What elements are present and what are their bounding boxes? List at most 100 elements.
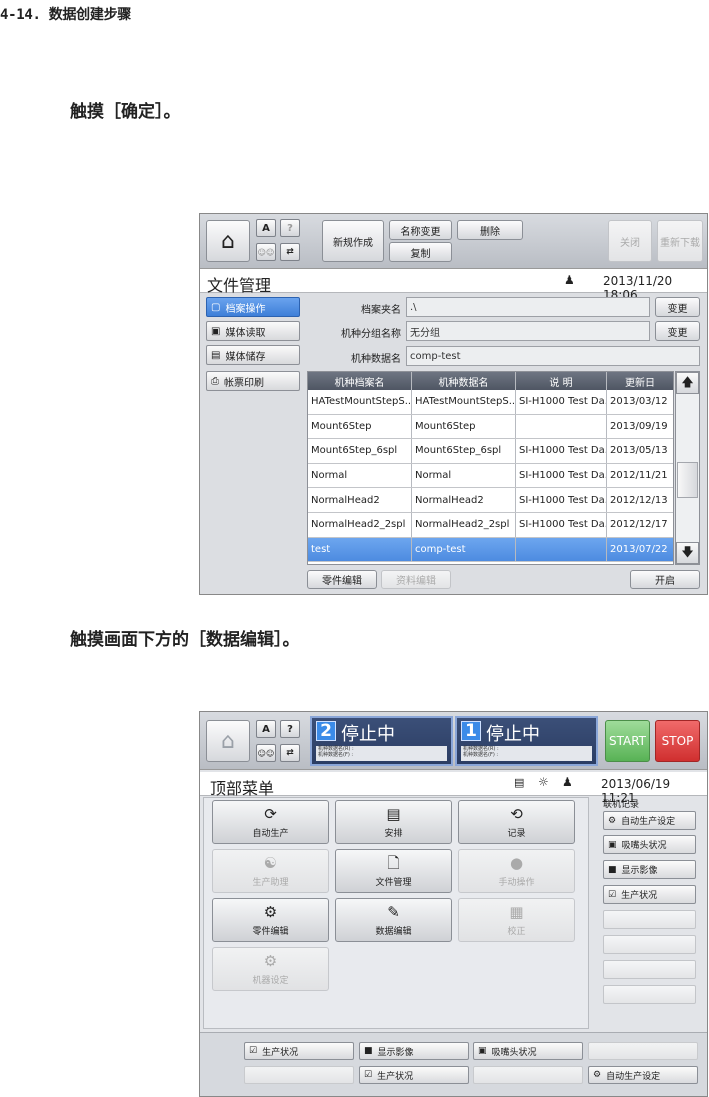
new-create-button[interactable]: 新规作成 <box>322 220 384 262</box>
schedule-button[interactable]: ▤ 安排 <box>335 800 452 844</box>
head-1-info: 机种数据名(R) : 机种数据名(F) : <box>461 746 592 761</box>
home-button[interactable]: ⌂ <box>206 220 250 262</box>
manual-operation-button[interactable]: ● 手动操作 <box>458 849 575 893</box>
delete-button[interactable]: 删除 <box>457 220 523 240</box>
cell-desc <box>516 537 607 562</box>
scroll-down-button[interactable]: 🡇 <box>676 542 699 564</box>
shortcut-auto-production-settings[interactable]: ⚙ 自动生产设定 <box>588 1066 698 1084</box>
calibration-button[interactable]: ▦ 校正 <box>458 898 575 942</box>
folder-field[interactable]: .\ <box>406 297 650 317</box>
button-label: 显示影像 <box>377 1047 414 1058</box>
group-label: 机种分组名称 <box>341 329 401 340</box>
production-status-button[interactable]: ☑ 生产状况 <box>603 885 696 904</box>
cell-desc: SI-H1000 Test Da... <box>516 439 607 463</box>
shortcut-empty[interactable] <box>244 1066 354 1084</box>
production-assist-button[interactable]: ☯ 生产助理 <box>212 849 329 893</box>
home-button[interactable]: ⌂ <box>206 720 250 762</box>
info-line: 机种数据名(F) : <box>463 752 499 758</box>
auto-production-settings-button[interactable]: ⚙ 自动生产设定 <box>603 811 696 830</box>
scroll-thumb[interactable] <box>677 462 698 498</box>
data-name-field[interactable]: comp-test <box>406 346 700 366</box>
user-button[interactable]: ☺☺ <box>256 744 276 762</box>
display-image-button[interactable]: ■ 显示影像 <box>603 860 696 879</box>
button-label: 安排 <box>384 829 403 839</box>
users-icon: ☺☺ <box>257 748 275 758</box>
user-button[interactable]: ☺☺ <box>256 243 276 261</box>
cell-data: NormalHead2_2spl <box>412 512 516 537</box>
col-header-date: 更新日 <box>625 377 655 389</box>
manual-icon: ● <box>509 854 524 872</box>
shortcut-display-image[interactable]: ■ 显示影像 <box>359 1042 469 1060</box>
transfer-button[interactable]: ⇄ <box>280 243 300 261</box>
user-icon: ♟ <box>564 273 575 287</box>
table-row-selected[interactable]: test comp-test 2013/07/22 <box>308 537 673 563</box>
empty-slot-button[interactable] <box>603 960 696 979</box>
auto-production-button[interactable]: ⟳ 自动生产 <box>212 800 329 844</box>
cell-date: 2013/03/12 <box>610 396 668 408</box>
button-label: 显示影像 <box>621 866 658 876</box>
title-bar: 顶部菜单 ▤ ☼ ♟ 2013/06/19 11:21 <box>200 772 707 805</box>
start-button[interactable]: START <box>605 720 650 762</box>
group-change-button[interactable]: 变更 <box>655 321 700 341</box>
machine-settings-button[interactable]: ⚙ 机器设定 <box>212 947 329 991</box>
step-instruction-confirm: 触摸［确定］。 <box>70 102 181 122</box>
table-scrollbar[interactable]: 🡅 🡇 <box>675 371 700 565</box>
close-button[interactable]: 关闭 <box>608 220 652 262</box>
help-button[interactable]: ? <box>280 219 300 237</box>
parts-edit-button[interactable]: ⚙ 零件编辑 <box>212 898 329 942</box>
file-management-button[interactable]: 🗋 文件管理 <box>335 849 452 893</box>
shortcut-empty[interactable] <box>473 1066 583 1084</box>
data-edit-button[interactable]: ✎ 数据编辑 <box>335 898 452 942</box>
empty-slot-button[interactable] <box>603 985 696 1004</box>
group-field[interactable]: 无分组 <box>406 321 650 341</box>
menu-report-print[interactable]: ⎙ 帐票印刷 <box>206 371 300 391</box>
network-icon: ☼ <box>538 775 549 789</box>
cell-file: NormalHead2_2spl <box>308 512 412 537</box>
table-row[interactable]: Normal Normal SI-H1000 Test Da... 2012/1… <box>308 463 673 489</box>
online-log-header: 联机记录 <box>603 800 640 810</box>
transfer-button[interactable]: ⇄ <box>280 744 300 762</box>
folder-change-button[interactable]: 变更 <box>655 297 700 317</box>
admin-button[interactable]: A <box>256 219 276 237</box>
help-icon: ? <box>287 723 293 735</box>
toolbar: ⌂ A ? ☺☺ ⇄ 新规作成 名称变更 删除 复制 关闭 重新下载 <box>200 214 707 269</box>
table-row[interactable]: NormalHead2 NormalHead2 SI-H1000 Test Da… <box>308 488 673 513</box>
empty-slot-button[interactable] <box>603 910 696 929</box>
stop-button[interactable]: STOP <box>655 720 700 762</box>
help-button[interactable]: ? <box>280 720 300 738</box>
table-row[interactable]: Mount6Step Mount6Step 2013/09/19 <box>308 414 673 440</box>
head-2-status: 停止中 <box>341 724 395 745</box>
cell-file: HATestMountStepS... <box>308 390 412 414</box>
resource-edit-button[interactable]: 资料编辑 <box>381 570 451 589</box>
admin-button[interactable]: A <box>256 720 276 738</box>
menu-media-save[interactable]: ▤ 媒体储存 <box>206 345 300 365</box>
button-label: 自动生产设定 <box>621 817 676 827</box>
menu-file-operation[interactable]: ▢ 档案操作 <box>206 297 300 317</box>
button-label: 记录 <box>507 829 526 839</box>
a-icon: A <box>262 723 270 735</box>
step-instruction-data-edit: 触摸画面下方的［数据编辑］。 <box>70 630 300 650</box>
copy-button[interactable]: 复制 <box>389 242 452 262</box>
shortcut-production-status[interactable]: ☑ 生产状况 <box>244 1042 354 1060</box>
shortcut-nozzle-status[interactable]: ▣ 吸嘴头状况 <box>473 1042 583 1060</box>
table-row[interactable]: Mount6Step_6spl Mount6Step_6spl SI-H1000… <box>308 439 673 464</box>
record-button[interactable]: ⟲ 记录 <box>458 800 575 844</box>
open-button[interactable]: 开启 <box>630 570 700 589</box>
shortcut-empty[interactable] <box>588 1042 698 1060</box>
button-label: 零件编辑 <box>252 927 289 937</box>
table-row[interactable]: HATestMountStepS... HATestMountStepS... … <box>308 390 673 415</box>
toolbar: ⌂ A ? ☺☺ ⇄ 2 停止中 机种数据名(R) : 机种数据名(F) : 1… <box>200 712 707 770</box>
scroll-up-button[interactable]: 🡅 <box>676 372 699 394</box>
parts-edit-button[interactable]: 零件编辑 <box>307 570 377 589</box>
table-row[interactable]: NormalHead2_2spl NormalHead2_2spl SI-H10… <box>308 512 673 538</box>
menu-media-read[interactable]: ▣ 媒体读取 <box>206 321 300 341</box>
nozzle-head-status-button[interactable]: ▣ 吸嘴头状况 <box>603 835 696 854</box>
redownload-button[interactable]: 重新下载 <box>657 220 703 262</box>
shortcut-production-status-2[interactable]: ☑ 生产状况 <box>359 1066 469 1084</box>
home-icon: ⌂ <box>221 228 235 254</box>
empty-slot-button[interactable] <box>603 935 696 954</box>
rename-button[interactable]: 名称变更 <box>389 220 452 240</box>
cell-date: 2013/05/13 <box>610 445 668 457</box>
cell-file: Normal <box>308 463 412 488</box>
camera-icon: ■ <box>364 1046 373 1056</box>
